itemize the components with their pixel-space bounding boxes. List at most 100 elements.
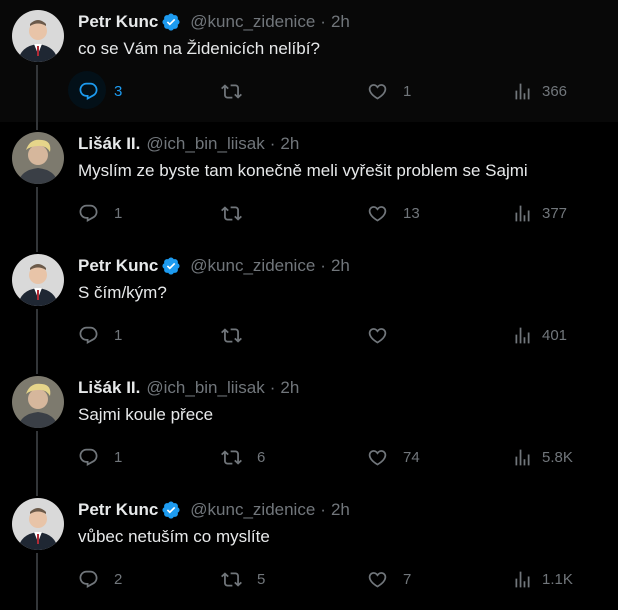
timestamp[interactable]: 2h [331,256,350,276]
tweet-header: Lišák II. @ich_bin_liisak · 2h [78,132,299,156]
tweet-text: Myslím ze byste tam konečně meli vyřešit… [78,161,528,180]
reply-icon [79,326,98,344]
tweet-header: Petr Kunc @kunc_zidenice · 2h [78,254,350,278]
tweet[interactable]: Petr Kunc @kunc_zidenice · 2h co se Vám … [0,0,618,122]
avatar[interactable] [12,376,64,428]
like-count: 7 [403,570,412,588]
views-icon [515,571,530,587]
view-count: 5.8K [542,448,573,466]
avatar[interactable] [12,132,64,184]
views-button[interactable]: 377 [512,202,567,224]
tweet-actions: 1 13 377 [78,202,578,226]
author-name[interactable]: Petr Kunc [78,256,158,276]
tweet[interactable]: Petr Kunc @kunc_zidenice · 2h S čím/kým?… [0,244,618,366]
thread-connector-line [36,122,38,130]
reply-count: 1 [114,326,123,344]
author-name[interactable]: Lišák II. [78,134,140,154]
tweet-text: Sajmi koule přece [78,405,214,424]
reply-button[interactable]: 1 [78,324,122,346]
like-button[interactable] [367,324,403,346]
verified-badge-icon [161,500,181,520]
thread-connector-line [36,431,38,488]
thread-connector-line [36,309,38,366]
tweet-actions: 2 5 7 1.1K [78,568,578,592]
avatar[interactable] [12,10,64,62]
tweet[interactable]: Lišák II. @ich_bin_liisak · 2h Sajmi kou… [0,366,618,488]
retweet-icon [221,83,242,99]
tweet-actions: 3 1 366 [68,71,578,109]
author-handle[interactable]: @ich_bin_liisak [146,378,264,398]
separator-dot: · [269,134,276,153]
timestamp[interactable]: 2h [331,12,350,32]
verified-badge-icon [161,12,181,32]
reply-button[interactable]: 1 [78,202,122,224]
views-icon [515,449,530,465]
retweet-icon [221,571,242,587]
like-count: 74 [403,448,420,466]
author-name[interactable]: Petr Kunc [78,500,158,520]
conversation-thread: Petr Kunc @kunc_zidenice · 2h co se Vám … [0,0,618,610]
reply-icon [79,570,98,588]
like-button[interactable]: 7 [367,568,411,590]
reply-button[interactable]: 2 [78,568,122,590]
reply-button[interactable]: 1 [78,446,122,468]
thread-connector-line [36,553,38,610]
timestamp[interactable]: 2h [280,134,299,154]
retweet-button[interactable] [221,80,257,102]
reply-count: 1 [114,204,123,222]
tweet[interactable]: Petr Kunc @kunc_zidenice · 2h vůbec netu… [0,488,618,610]
separator-dot: · [320,256,326,275]
like-button[interactable]: 74 [367,446,420,468]
views-icon [515,205,530,221]
author-handle[interactable]: @kunc_zidenice [190,256,315,276]
like-count: 1 [403,82,412,100]
retweet-button[interactable] [221,324,257,346]
reply-icon [79,82,98,100]
separator-dot: · [320,500,326,519]
reply-button[interactable]: 3 [68,71,123,109]
tweet-actions: 1 401 [78,324,578,348]
tweet-header: Petr Kunc @kunc_zidenice · 2h [78,498,350,522]
retweet-icon [221,327,242,343]
views-button[interactable]: 5.8K [512,446,573,468]
views-icon [515,83,530,99]
author-handle[interactable]: @kunc_zidenice [190,12,315,32]
thread-connector-line [36,366,38,374]
views-button[interactable]: 401 [512,324,567,346]
author-name[interactable]: Petr Kunc [78,12,158,32]
author-name[interactable]: Lišák II. [78,378,140,398]
author-handle[interactable]: @ich_bin_liisak [146,134,264,154]
retweet-button[interactable] [221,202,257,224]
view-count: 377 [542,204,568,222]
tweet-text: co se Vám na Židenicích nelíbí? [78,39,320,58]
tweet[interactable]: Lišák II. @ich_bin_liisak · 2h Myslím ze… [0,122,618,244]
retweet-count: 6 [257,448,266,466]
tweet-actions: 1 6 74 5.8K [78,446,578,470]
views-button[interactable]: 366 [512,80,567,102]
views-icon [515,327,530,343]
views-button[interactable]: 1.1K [512,568,573,590]
timestamp[interactable]: 2h [280,378,299,398]
view-count: 1.1K [542,570,573,588]
retweet-button[interactable]: 6 [221,446,265,468]
thread-connector-line [36,65,38,122]
avatar[interactable] [12,254,64,306]
tweet-header: Lišák II. @ich_bin_liisak · 2h [78,376,299,400]
avatar[interactable] [12,498,64,550]
retweet-count: 5 [257,570,266,588]
like-icon [368,327,387,344]
like-icon [368,449,387,466]
tweet-text: vůbec netuším co myslíte [78,527,270,546]
like-button[interactable]: 13 [367,202,420,224]
tweet-header: Petr Kunc @kunc_zidenice · 2h [78,10,350,34]
timestamp[interactable]: 2h [331,500,350,520]
author-handle[interactable]: @kunc_zidenice [190,500,315,520]
tweet-text: S čím/kým? [78,283,167,302]
reply-count: 3 [114,82,123,100]
retweet-button[interactable]: 5 [221,568,265,590]
thread-connector-line [36,488,38,496]
like-button[interactable]: 1 [367,80,411,102]
like-icon [368,83,387,100]
reply-icon [79,204,98,222]
like-icon [368,571,387,588]
